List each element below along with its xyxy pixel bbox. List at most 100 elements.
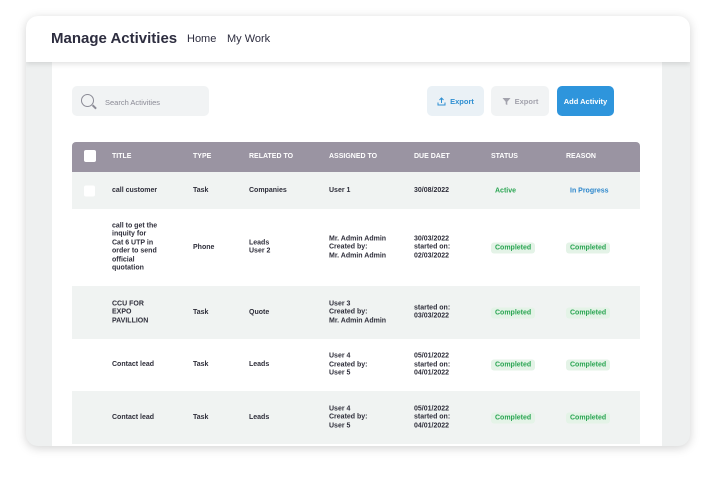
column-header-status[interactable]: STATUS [491, 153, 518, 160]
cell-related-to-line: Leads [249, 413, 270, 421]
add-activity-button[interactable]: Add Activity [557, 86, 614, 116]
search-input[interactable] [103, 94, 207, 110]
nav-home-link[interactable]: Home [187, 33, 216, 45]
cell-assigned-to: User 4 Created by: User 5 [329, 352, 368, 378]
cell-due-date: started on: 03/03/2022 [414, 304, 450, 321]
cell-related-to: Quote [249, 308, 269, 317]
cell-due-date-line: 05/01/2022 [414, 352, 450, 360]
cell-title-line: call customer [112, 186, 158, 194]
nav-my-work-link[interactable]: My Work [227, 33, 270, 45]
cell-due-date-line: started on: [414, 360, 451, 368]
cell-assigned-to: User 1 [329, 186, 350, 195]
upload-icon [437, 97, 446, 106]
status-badge: Completed [491, 359, 536, 371]
reason-badge: Completed [566, 359, 611, 371]
cell-assigned-to-line: User 1 [329, 186, 351, 194]
cell-related-to-line: Companies [249, 186, 287, 194]
cell-title-line: call to get the [112, 222, 158, 229]
cell-due-date-line: 03/03/2022 [414, 312, 450, 320]
table-body: call customer Task Companies User 1 30/08/20… [72, 172, 640, 444]
cell-title-line: EXPO [112, 308, 132, 316]
status-badge: Completed [491, 242, 536, 253]
cell-type: Task [193, 360, 209, 368]
cell-assigned-to: User 4 Created by: User 5 [329, 405, 368, 431]
reason-badge: Completed [566, 242, 611, 253]
cell-due-date-line: 05/01/2022 [414, 404, 450, 412]
table-row[interactable]: call customer Task Companies User 1 30/08/20… [72, 172, 640, 209]
cell-assigned-to-line: Mr. Admin Admin [329, 316, 387, 324]
cell-type: Task [193, 186, 209, 194]
page-title: Manage Activities [51, 30, 178, 47]
table-header: TITLE TYPE RELATED TO ASSIGNED TO DUE DA… [72, 142, 640, 172]
cell-assigned-to-line: Mr. Admin Admin [329, 251, 387, 259]
cell-title-line: inquity for [112, 230, 147, 238]
cell-type: Task [193, 308, 209, 316]
cell-title-line: PAVILLION [112, 316, 149, 324]
reason-badge: Completed [566, 307, 611, 318]
export-button[interactable]: Export [427, 86, 484, 116]
cell-title-line: CCU FOR [112, 299, 144, 307]
column-header-title[interactable]: TITLE [112, 153, 174, 160]
cell-due-date-line: started on: [414, 243, 451, 251]
cell-due-date: 05/01/2022 started on: 04/01/2022 [414, 405, 450, 431]
reason-badge: In Progress [570, 187, 609, 194]
top-bar: Manage Activities Home My Work [26, 16, 690, 62]
cell-title: call to get the inquity for Cat 6 UTP in or… [112, 222, 174, 273]
cell-assigned-to: Mr. Admin Admin Created by: Mr. Admin Admi… [329, 235, 386, 261]
column-header-type[interactable]: TYPE [193, 153, 211, 160]
status-badge: Active [495, 187, 517, 194]
cell-title: Contact lead [112, 413, 174, 422]
activities-table: TITLE TYPE RELATED TO ASSIGNED TO DUE DA… [72, 142, 640, 444]
search-icon [81, 94, 94, 107]
cell-title-line: Cat 6 UTP in [112, 239, 154, 246]
cell-due-date-line: started on: [414, 413, 451, 421]
cell-due-date-line: started on: [414, 304, 451, 311]
export-filtered-button[interactable]: Export [491, 86, 549, 116]
cell-title-line: Contact lead [112, 360, 155, 368]
filter-icon [502, 97, 511, 106]
export-filtered-label: Export [514, 96, 539, 106]
select-all-checkbox[interactable] [84, 150, 96, 162]
table-row[interactable]: call to get the inquity for Cat 6 UTP in or… [72, 209, 640, 286]
cell-assigned-to-line: Created by: [329, 413, 368, 421]
row-checkbox[interactable] [84, 185, 95, 196]
cell-due-date-line: 04/01/2022 [414, 369, 450, 377]
column-header-due-date[interactable]: DUE DAET [414, 153, 450, 160]
status-badge: Completed [491, 307, 536, 318]
cell-due-date-line: 02/03/2022 [414, 251, 450, 259]
cell-assigned-to-line: Created by: [329, 308, 368, 316]
cell-assigned-to-line: User 3 [329, 299, 351, 307]
cell-type: Phone [193, 243, 215, 251]
cell-title-line: official [112, 256, 135, 263]
cell-related-to: Leads [249, 361, 269, 370]
cell-assigned-to-line: Created by: [329, 243, 368, 251]
search-box[interactable] [72, 86, 209, 116]
cell-assigned-to-line: User 5 [329, 421, 351, 429]
cell-title: Contact lead [112, 361, 174, 370]
cell-assigned-to-line: User 4 [329, 352, 351, 360]
column-header-related-to[interactable]: RELATED TO [249, 153, 293, 160]
cell-title: CCU FOR EXPO PAVILLION [112, 300, 174, 326]
cell-related-to-line: Leads [249, 239, 270, 246]
cell-due-date: 30/08/2022 [414, 186, 449, 195]
cell-due-date: 05/01/2022 started on: 04/01/2022 [414, 352, 450, 378]
export-button-label: Export [450, 96, 474, 106]
cell-related-to: Companies [249, 186, 287, 195]
table-row[interactable]: Contact lead Task Leads User 4 Created by: Us… [72, 339, 640, 391]
column-header-reason[interactable]: REASON [566, 153, 596, 160]
reason-badge: Completed [566, 412, 611, 423]
table-row[interactable]: CCU FOR EXPO PAVILLION Task Quote User 3 Creat… [72, 286, 640, 339]
table-row[interactable]: Contact lead Task Leads User 4 Created by: Us… [72, 391, 640, 444]
activities-panel: Export Export Add Activity TITLE TYPE RE… [52, 62, 662, 446]
cell-related-to-line: Leads [249, 360, 270, 368]
cell-type: Task [193, 413, 209, 421]
column-header-assigned-to[interactable]: ASSIGNED TO [329, 153, 377, 160]
cell-assigned-to-line: User 5 [329, 369, 351, 377]
cell-assigned-to-line: Mr. Admin Admin [329, 234, 387, 242]
cell-title-line: quotation [112, 264, 144, 272]
cell-related-to-line: User 2 [249, 247, 271, 255]
cell-due-date-line: 04/01/2022 [414, 421, 450, 429]
cell-related-to-line: Quote [249, 308, 270, 316]
cell-assigned-to-line: User 4 [329, 404, 351, 412]
status-badge: Completed [491, 412, 536, 423]
